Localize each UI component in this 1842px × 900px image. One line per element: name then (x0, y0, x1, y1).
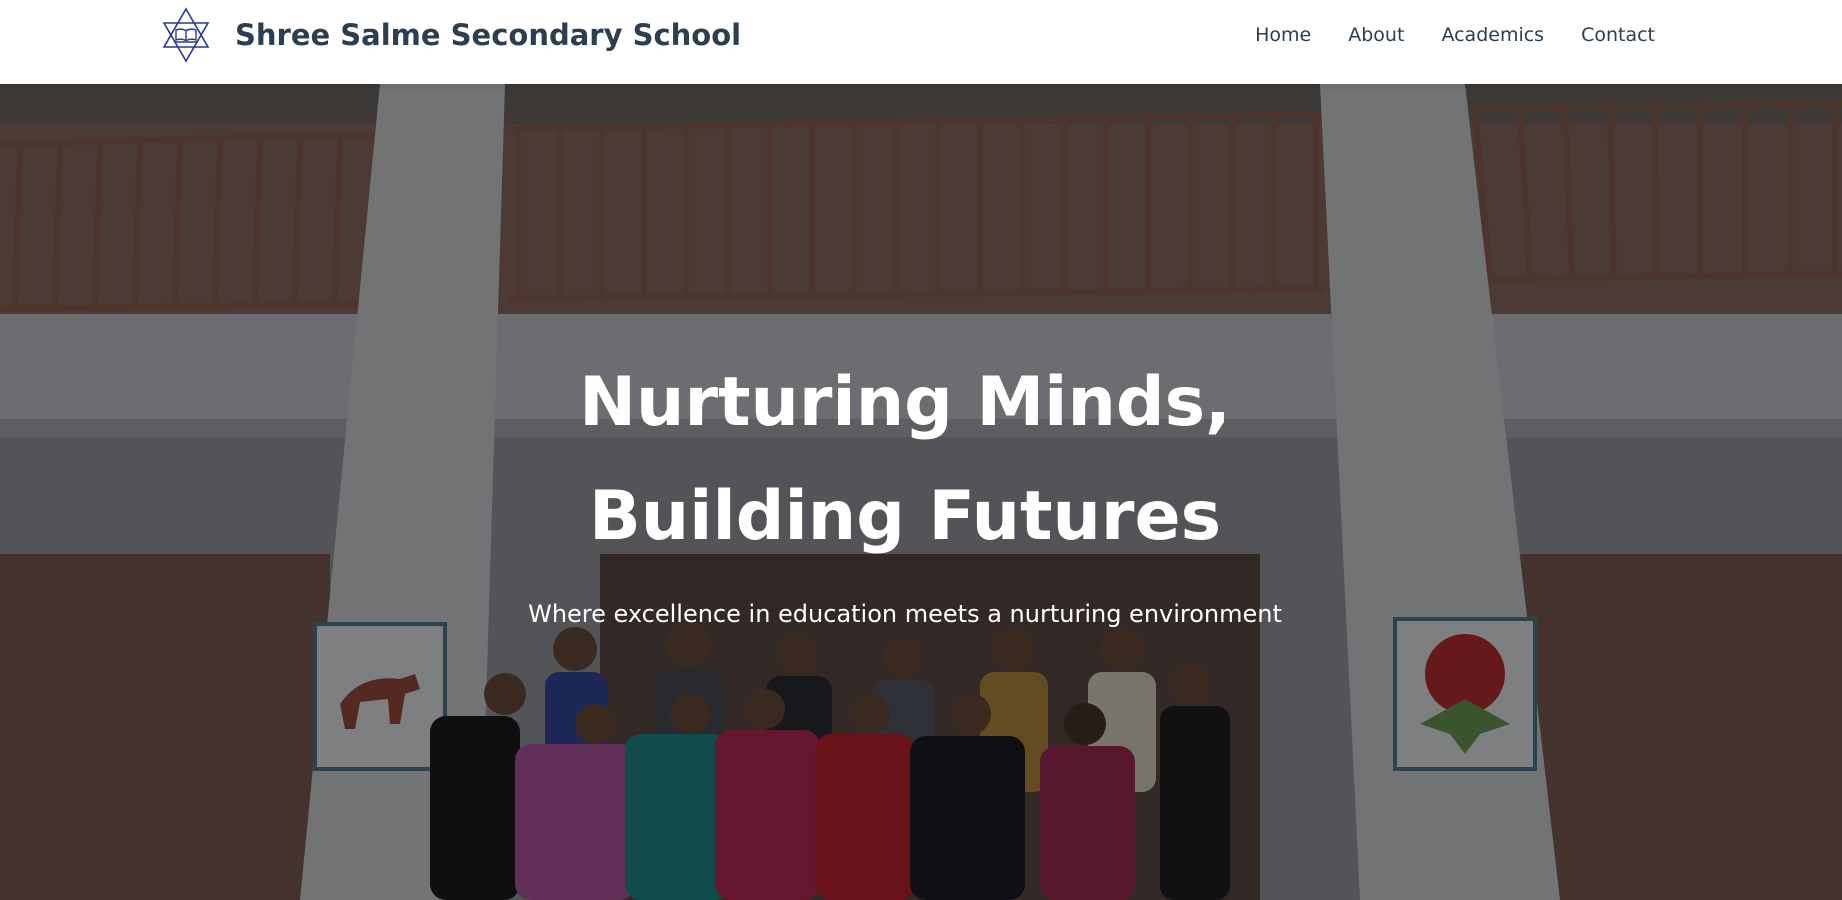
hero-content: Nurturing Minds, Building Futures Where … (0, 346, 1810, 654)
nav-academics[interactable]: Academics (1441, 24, 1544, 46)
nav-about[interactable]: About (1348, 24, 1404, 46)
nav-contact[interactable]: Contact (1581, 24, 1655, 46)
site-header: Shree Salme Secondary School Home About … (0, 0, 1842, 84)
hero-section: Nurturing Minds, Building Futures Where … (0, 84, 1842, 900)
brand[interactable]: Shree Salme Secondary School (157, 6, 741, 64)
star-of-david-book-icon (162, 7, 210, 63)
main-nav: Home About Academics Contact (1255, 0, 1655, 70)
hero-title: Nurturing Minds, Building Futures (579, 363, 1231, 556)
school-name: Shree Salme Secondary School (235, 18, 742, 52)
nav-home[interactable]: Home (1255, 24, 1311, 46)
hero-subtitle: Where excellence in education meets a nu… (528, 600, 1282, 628)
